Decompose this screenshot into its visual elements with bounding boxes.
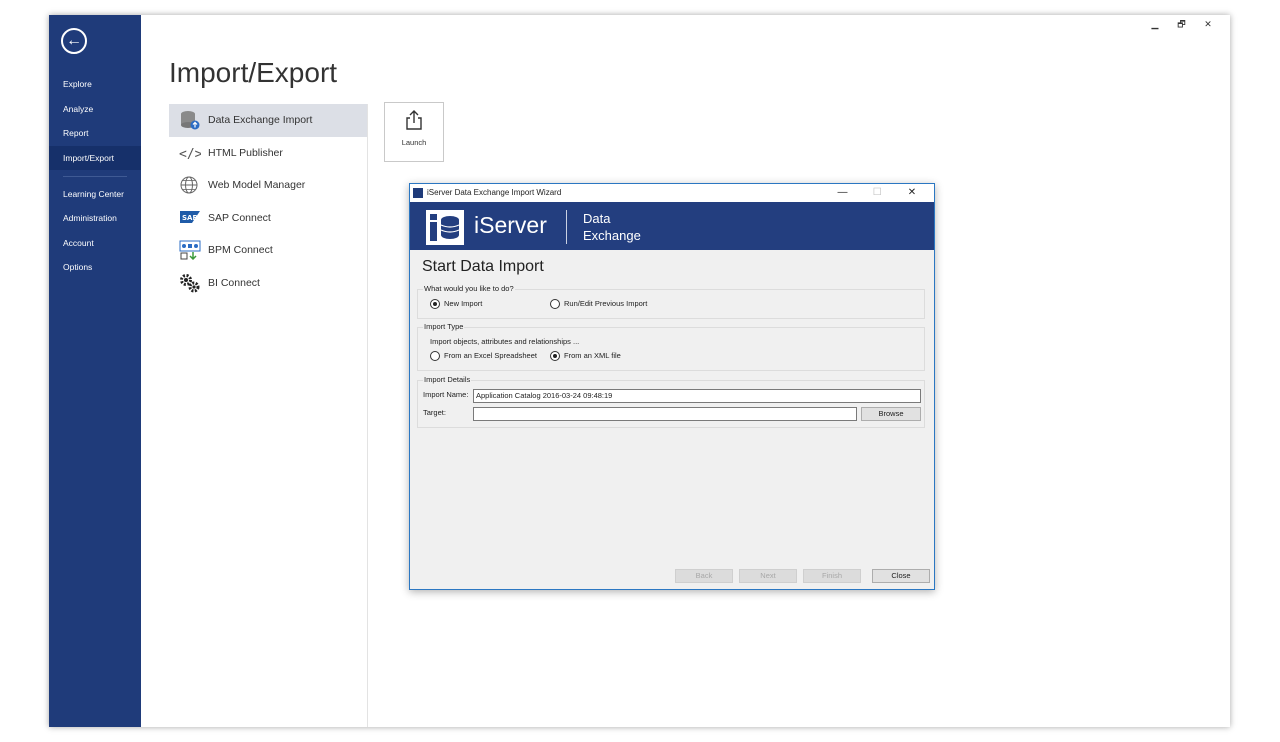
list-item-label: SAP Connect [208, 211, 271, 224]
dialog-close-icon[interactable]: ✕ [896, 184, 928, 202]
dialog-maximize-icon: ☐ [872, 187, 882, 198]
svg-text:</>: </> [179, 147, 201, 162]
svg-text:SAP: SAP [182, 214, 198, 222]
action-group-label: What would you like to do? [423, 284, 515, 293]
xml-label: From an XML file [564, 351, 621, 360]
list-item-label: BPM Connect [208, 244, 273, 256]
nav-item-explore[interactable]: Explore [49, 72, 141, 96]
minimize-icon[interactable]: ▁ [1143, 19, 1167, 30]
application-window: ← Explore Analyze Report Import/Export L… [49, 15, 1230, 727]
iserver-app-icon [413, 188, 423, 198]
process-flow-icon [179, 240, 201, 260]
next-button[interactable]: Next [739, 569, 797, 583]
dialog-minimize-icon[interactable]: — [826, 184, 858, 202]
action-group: What would you like to do? New Import Ru… [417, 284, 925, 319]
run-edit-previous-option[interactable]: Run/Edit Previous Import [550, 299, 648, 310]
banner-subtitle-line2: Exchange [583, 228, 641, 243]
launch-button[interactable]: Launch [384, 102, 444, 162]
banner-subtitle: Data Exchange [583, 210, 641, 244]
back-button[interactable]: Back [675, 569, 733, 583]
import-wizard-dialog: iServer Data Exchange Import Wizard — ☐ … [409, 183, 935, 590]
nav-item-import-export[interactable]: Import/Export [49, 146, 141, 170]
run-edit-previous-label: Run/Edit Previous Import [564, 299, 648, 308]
share-export-icon [406, 110, 422, 130]
list-item-sap-connect[interactable]: SAP SAP Connect [169, 202, 367, 235]
globe-icon [180, 176, 198, 194]
import-type-group: Import Type Import objects, attributes a… [417, 322, 925, 371]
nav-item-administration[interactable]: Administration [49, 206, 141, 230]
banner-subtitle-line1: Data [583, 211, 611, 226]
restore-icon[interactable]: 🗗 [1169, 17, 1193, 33]
finish-button[interactable]: Finish [803, 569, 861, 583]
dialog-window-controls: — ☐ ✕ [826, 184, 928, 202]
back-arrow-icon[interactable]: ← [61, 28, 87, 54]
close-icon[interactable]: ✕ [1196, 19, 1220, 30]
import-name-input[interactable]: Application Catalog 2016-03-24 09:48:19 [473, 389, 921, 403]
excel-option[interactable]: From an Excel Spreadsheet [430, 351, 537, 362]
run-edit-previous-radio[interactable] [550, 299, 560, 310]
excel-radio[interactable] [430, 351, 440, 362]
gears-icon [180, 273, 200, 292]
column-divider [367, 104, 368, 727]
import-details-group: Import Details Import Name: Application … [417, 375, 925, 428]
nav-divider [63, 176, 127, 177]
nav-item-analyze[interactable]: Analyze [49, 97, 141, 121]
list-item-bi-connect[interactable]: BI Connect [169, 267, 367, 300]
banner-divider [566, 210, 567, 244]
window-controls: ▁ 🗗 ✕ [1143, 17, 1220, 33]
list-item-web-model-manager[interactable]: Web Model Manager [169, 169, 367, 202]
import-type-hint: Import objects, attributes and relations… [430, 337, 580, 346]
page-title: Import/Export [169, 57, 338, 88]
new-import-option[interactable]: New Import [430, 299, 483, 310]
xml-option[interactable]: From an XML file [550, 351, 621, 362]
list-item-data-exchange-import[interactable]: Data Exchange Import [169, 104, 367, 137]
iserver-banner: iServer Data Exchange [410, 202, 934, 250]
import-type-label: Import Type [423, 322, 465, 331]
list-item-label: Data Exchange Import [208, 114, 313, 126]
nav-item-learning-center[interactable]: Learning Center [49, 182, 141, 206]
iserver-logo-text: iServer [474, 212, 547, 238]
nav-item-options[interactable]: Options [49, 255, 141, 279]
database-icon [181, 111, 200, 130]
target-input[interactable] [473, 407, 857, 421]
dialog-title-bar[interactable]: iServer Data Exchange Import Wizard — ☐ … [410, 184, 934, 202]
browse-button[interactable]: Browse [861, 407, 921, 421]
list-item-bpm-connect[interactable]: BPM Connect [169, 234, 367, 267]
list-item-label: BI Connect [208, 276, 260, 289]
target-label: Target: [423, 408, 446, 417]
iserver-logo-icon [426, 210, 464, 245]
import-details-label: Import Details [423, 375, 472, 384]
close-button[interactable]: Close [872, 569, 930, 583]
list-item-label: Web Model Manager [208, 179, 306, 191]
new-import-label: New Import [444, 299, 483, 308]
list-item-label: HTML Publisher [208, 146, 283, 159]
code-icon: </> [179, 147, 201, 162]
xml-radio[interactable] [550, 351, 560, 362]
import-name-label: Import Name: [423, 390, 469, 399]
import-export-list: Data Exchange Import </> HTML Publisher … [169, 104, 367, 299]
new-import-radio[interactable] [430, 299, 440, 310]
dialog-heading: Start Data Import [422, 258, 544, 275]
launch-label: Launch [401, 138, 427, 147]
list-item-html-publisher[interactable]: </> HTML Publisher [169, 137, 367, 170]
nav-item-report[interactable]: Report [49, 121, 141, 145]
sap-icon: SAP [180, 210, 200, 223]
excel-label: From an Excel Spreadsheet [444, 351, 537, 360]
nav-item-account[interactable]: Account [49, 231, 141, 255]
backstage-nav: ← Explore Analyze Report Import/Export L… [49, 15, 141, 727]
dialog-title: iServer Data Exchange Import Wizard [427, 188, 562, 197]
